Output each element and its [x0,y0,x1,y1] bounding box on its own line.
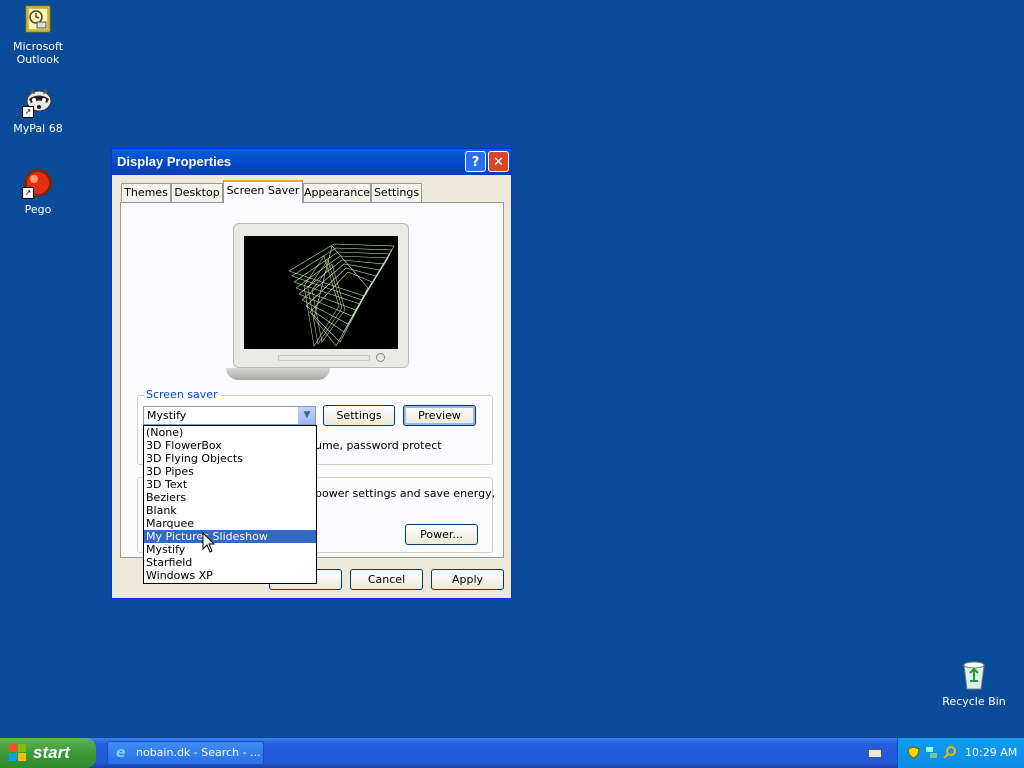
start-button[interactable]: start [0,738,96,768]
keyboard-icon[interactable] [868,749,882,758]
taskbar-item-label: nobain.dk - Search - ... [136,746,261,759]
shortcut-arrow-icon: ↗ [22,106,34,118]
option-blank[interactable]: Blank [144,504,316,517]
monitor-vent [278,355,370,361]
internet-explorer-icon: e [116,745,126,761]
option-starfield[interactable]: Starfield [144,556,316,569]
monitor-preview [233,223,409,368]
preview-screen [244,236,398,349]
outlook-label-line1: Microsoft [12,40,64,53]
option-3d-text[interactable]: 3D Text [144,478,316,491]
tab-settings[interactable]: Settings [371,183,422,202]
option-none[interactable]: (None) [144,426,316,439]
apply-button[interactable]: Apply [431,569,504,590]
option-3d-flowerbox[interactable]: 3D FlowerBox [144,439,316,452]
desktop-icon-mypal[interactable]: ↗ MyPal 68 [0,86,76,135]
tab-themes[interactable]: Themes [121,183,171,202]
option-3d-pipes[interactable]: 3D Pipes [144,465,316,478]
recycle-bin-label: Recycle Bin [942,695,1006,708]
chevron-down-icon[interactable]: ▼ [298,407,315,424]
mystify-preview-graphic [288,243,395,347]
pego-label: Pego [24,203,52,216]
option-my-pictures-slideshow[interactable]: My Pictures Slideshow [144,530,316,543]
shortcut-arrow-icon: ↗ [22,187,34,199]
monitor-stand [226,368,330,380]
power-button[interactable]: Power... [405,524,478,545]
preview-button[interactable]: Preview [403,405,476,426]
option-3d-flying-objects[interactable]: 3D Flying Objects [144,452,316,465]
search-magnifier-icon[interactable] [943,746,956,759]
outlook-icon [22,4,54,36]
recycle-bin-icon [958,659,990,691]
screen-saver-dropdown-list: (None) 3D FlowerBox 3D Flying Objects 3D… [143,425,317,584]
help-button[interactable]: ? [465,151,486,172]
tab-appearance[interactable]: Appearance [303,183,371,202]
screen-saver-settings-button[interactable]: Settings [323,405,395,426]
start-label: start [33,743,70,762]
screen-saver-select[interactable]: Mystify ▼ [143,406,316,425]
window-title: Display Properties [117,154,232,169]
taskbar: start e nobain.dk - Search - ... 10:29 A… [0,738,1024,768]
red-ball-icon: ↗ [22,167,54,199]
title-bar[interactable]: Display Properties ? ✕ [112,149,511,175]
taskbar-item-browser[interactable]: e nobain.dk - Search - ... [107,741,264,765]
tab-desktop[interactable]: Desktop [171,183,223,202]
outlook-label-line2: Outlook [16,53,60,66]
password-protect-text: ume, password protect [315,439,442,452]
screen-saver-selected: Mystify [147,409,187,422]
network-icon[interactable] [925,746,938,759]
option-beziers[interactable]: Beziers [144,491,316,504]
option-mystify[interactable]: Mystify [144,543,316,556]
option-windows-xp[interactable]: Windows XP [144,569,316,582]
desktop-icon-recycle-bin[interactable]: Recycle Bin [936,659,1012,708]
mypal-label: MyPal 68 [13,122,63,135]
screen-saver-group-label: Screen saver [144,388,220,401]
raccoon-icon: ↗ [22,86,54,118]
desktop-icon-pego[interactable]: ↗ Pego [0,167,76,216]
clock: 10:29 AM [965,746,1018,759]
power-description-text: power settings and save energy, [315,487,496,500]
system-tray: 10:29 AM [897,738,1024,768]
option-marquee[interactable]: Marquee [144,517,316,530]
desktop-icon-outlook[interactable]: Microsoft Outlook [0,4,76,66]
close-button[interactable]: ✕ [488,151,509,172]
cancel-button[interactable]: Cancel [350,569,423,590]
tab-screen-saver[interactable]: Screen Saver [223,180,303,203]
windows-logo-icon [9,744,26,761]
monitor-power-light [376,353,385,362]
security-shield-icon[interactable] [907,746,920,759]
mouse-cursor-icon [202,531,216,557]
